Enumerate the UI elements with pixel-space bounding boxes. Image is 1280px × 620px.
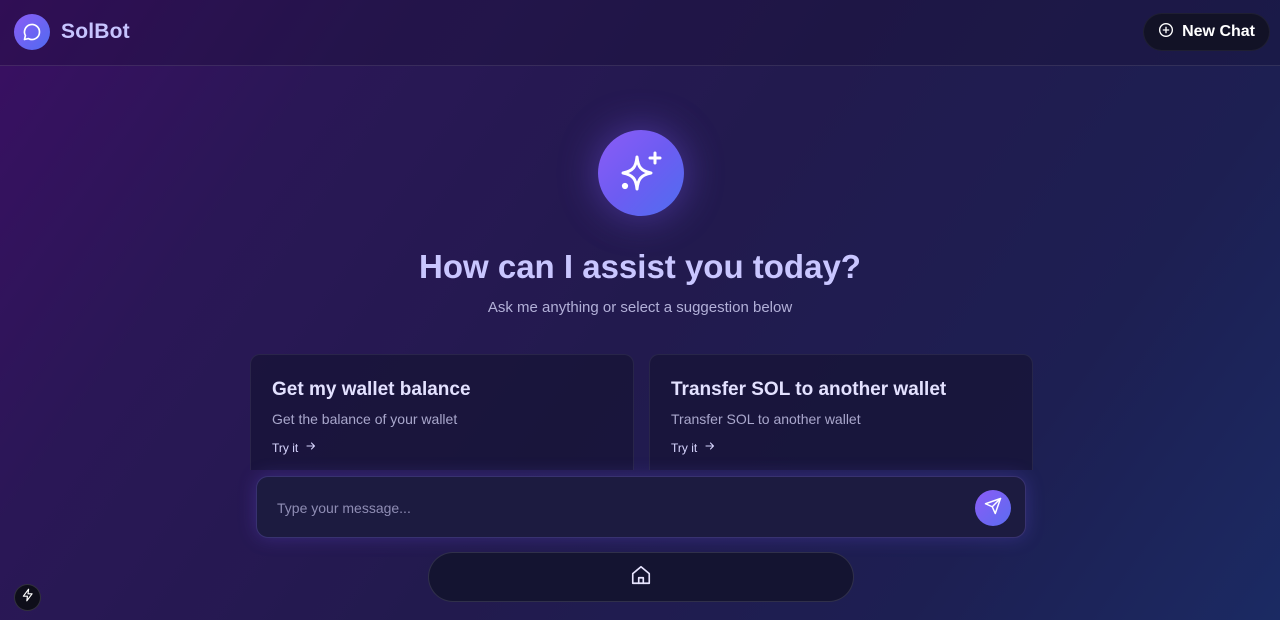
sparkles-icon xyxy=(598,130,684,216)
arrow-right-icon xyxy=(305,440,317,455)
new-chat-button[interactable]: New Chat xyxy=(1143,13,1270,51)
bolt-icon xyxy=(21,588,35,607)
home-button[interactable] xyxy=(626,562,656,592)
suggestion-card-transfer-sol[interactable]: Transfer SOL to another wallet Transfer … xyxy=(649,354,1033,470)
new-chat-label: New Chat xyxy=(1182,23,1255,40)
suggestion-title: Get my wallet balance xyxy=(272,379,471,400)
brand[interactable]: SolBot xyxy=(14,14,130,50)
chat-bubble-icon xyxy=(14,14,50,50)
try-it-label: Try it xyxy=(671,440,698,455)
home-icon xyxy=(630,564,652,591)
try-it-label: Try it xyxy=(272,440,299,455)
try-it-link[interactable]: Try it xyxy=(272,440,612,455)
brand-name: SolBot xyxy=(61,20,130,43)
page-subtitle: Ask me anything or select a suggestion b… xyxy=(487,299,793,316)
suggestion-description: Transfer SOL to another wallet xyxy=(671,411,861,427)
send-button[interactable] xyxy=(975,490,1011,526)
suggestion-card-wallet-balance[interactable]: Get my wallet balance Get the balance of… xyxy=(250,354,634,470)
message-composer xyxy=(256,476,1026,538)
arrow-right-icon xyxy=(704,440,716,455)
send-icon xyxy=(984,497,1002,520)
page-title: How can I assist you today? xyxy=(419,248,861,285)
suggestion-title: Transfer SOL to another wallet xyxy=(671,379,947,400)
try-it-link[interactable]: Try it xyxy=(671,440,1011,455)
top-header: SolBot New Chat xyxy=(0,0,1280,66)
message-input[interactable] xyxy=(277,495,957,521)
plus-circle-icon xyxy=(1158,22,1174,43)
suggestion-description: Get the balance of your wallet xyxy=(272,411,458,427)
bottom-nav xyxy=(428,552,854,602)
dev-indicator-button[interactable] xyxy=(14,584,41,611)
